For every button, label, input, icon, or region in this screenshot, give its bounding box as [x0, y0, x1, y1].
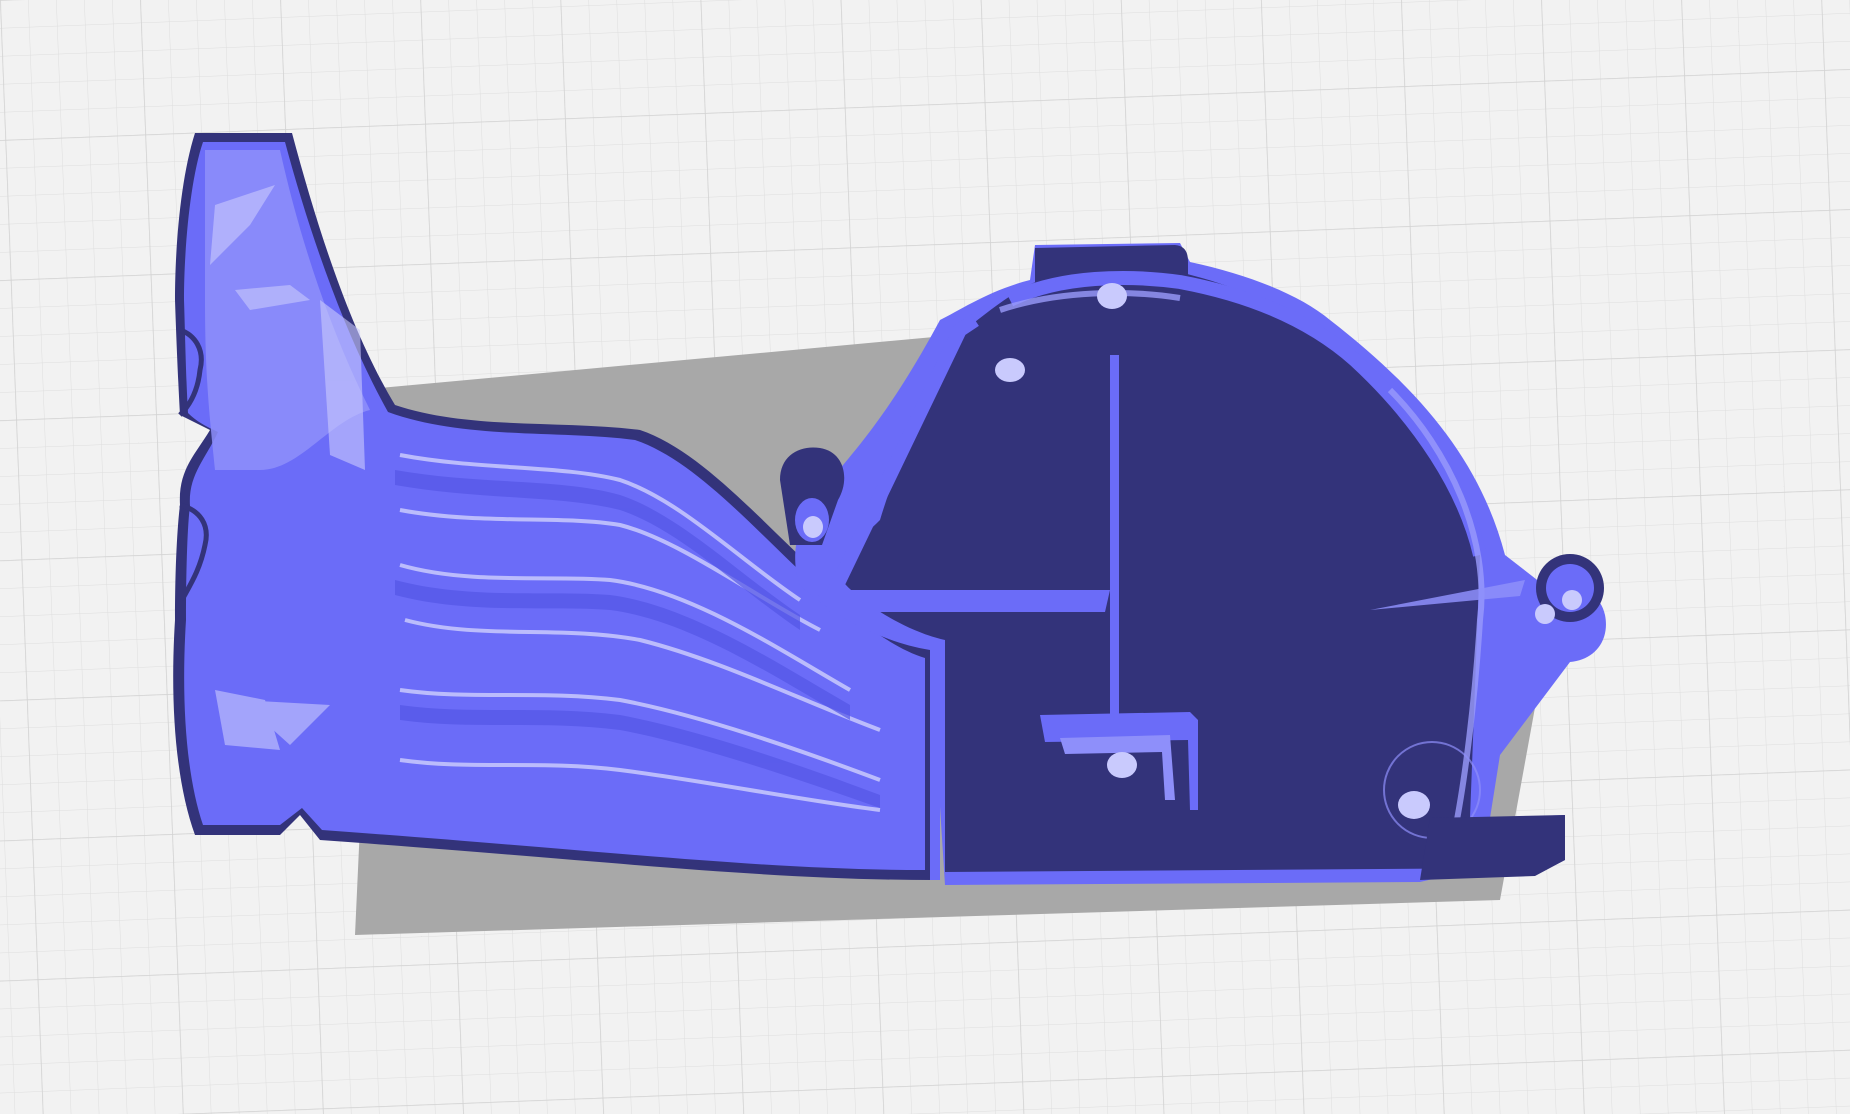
housing-foot	[1420, 815, 1565, 880]
3d-viewport[interactable]	[0, 0, 1850, 1114]
housing-divider	[815, 590, 1110, 612]
viewport-canvas[interactable]	[0, 0, 1850, 1114]
mount-hole-left	[995, 358, 1025, 382]
mount-hole-top	[1097, 283, 1127, 309]
mount-hole-center	[1107, 752, 1137, 778]
mount-hole-bottom-right	[1398, 791, 1430, 819]
housing-box-wall	[930, 650, 940, 880]
housing-rib-vertical	[1110, 355, 1119, 720]
